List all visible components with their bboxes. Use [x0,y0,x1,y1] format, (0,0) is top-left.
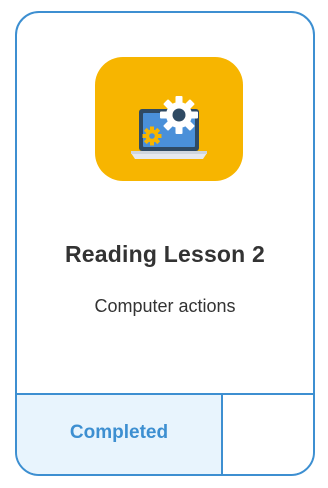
status-cell: Completed [17,395,223,474]
lesson-card-footer: Completed [17,393,313,474]
laptop-gear-icon [131,96,207,159]
footer-empty-cell [223,395,313,474]
lesson-subtitle: Computer actions [94,296,236,316]
lesson-icon-tile [95,57,243,181]
lesson-card[interactable]: Reading Lesson 2 Computer actions Comple… [15,11,315,476]
status-badge: Completed [69,421,169,443]
lesson-title: Reading Lesson 2 [64,241,266,267]
